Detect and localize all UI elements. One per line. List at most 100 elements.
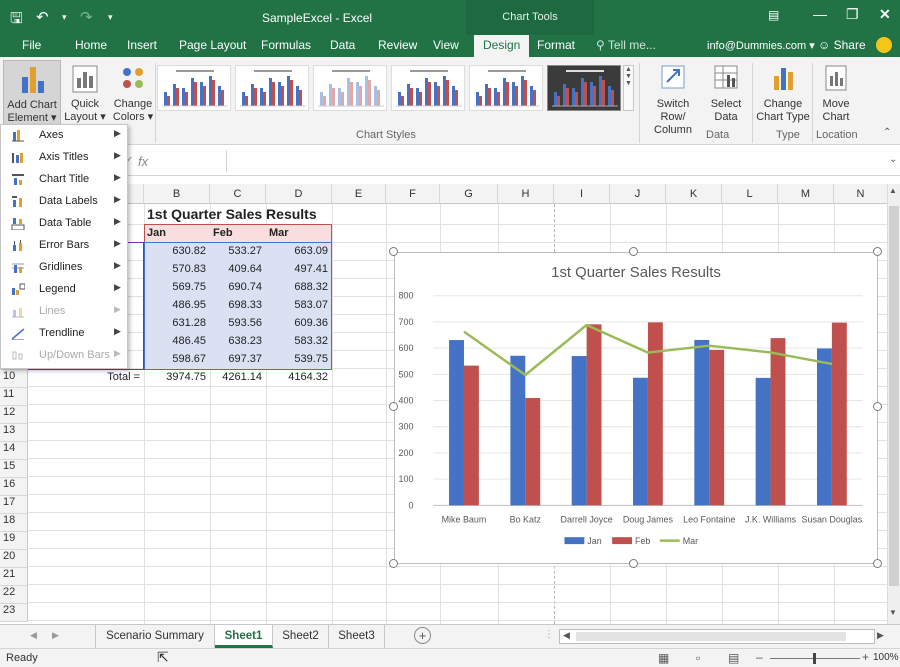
column-header[interactable]: D <box>266 184 332 204</box>
resize-handle[interactable] <box>873 559 882 568</box>
resize-handle[interactable] <box>629 559 638 568</box>
menu-item-data-labels[interactable]: Data Labels ▶ <box>1 191 127 213</box>
tab-data[interactable]: Data <box>330 38 355 52</box>
column-header[interactable]: J <box>610 184 666 204</box>
scroll-up-icon[interactable]: ▲ <box>889 186 897 195</box>
table-cell[interactable]: 631.28 <box>144 317 206 329</box>
tab-home[interactable]: Home <box>75 38 107 52</box>
menu-item-chart-title[interactable]: Chart Title ▶ <box>1 169 127 191</box>
column-header[interactable]: H <box>498 184 554 204</box>
total-cell[interactable]: 3974.75 <box>144 371 206 383</box>
share-button[interactable]: ☺ Share <box>818 38 866 52</box>
resize-handle[interactable] <box>389 247 398 256</box>
row-header[interactable]: 12 <box>0 406 28 424</box>
prev-sheet-icon[interactable]: ◀ <box>30 630 37 641</box>
gallery-more-icon[interactable]: ▼ <box>624 80 633 87</box>
add-chart-element-button[interactable]: Add Chart Element ▾ <box>3 60 61 126</box>
tab-design[interactable]: Design <box>474 35 530 57</box>
ribbon-display-icon[interactable]: ▤ <box>768 8 779 22</box>
normal-view-icon[interactable]: ▦ <box>658 651 669 665</box>
tab-page-layout[interactable]: Page Layout <box>179 38 246 52</box>
table-cell[interactable]: 690.74 <box>210 281 262 293</box>
scroll-right-icon[interactable]: ▶ <box>877 630 884 641</box>
collapse-ribbon-icon[interactable]: ⌃ <box>883 127 891 138</box>
menu-item-axes[interactable]: Axes ▶ <box>1 125 127 147</box>
gallery-scroller[interactable]: ▲ ▼ ▼ <box>623 65 634 111</box>
close-icon[interactable]: ✕ <box>879 6 891 23</box>
tab-file[interactable]: File <box>22 38 41 52</box>
column-header[interactable]: G <box>440 184 498 204</box>
column-header[interactable]: F <box>386 184 440 204</box>
table-cell[interactable]: 583.07 <box>266 299 328 311</box>
column-header[interactable]: C <box>210 184 266 204</box>
vertical-scrollbar[interactable]: ▲ ▼ <box>887 184 900 624</box>
account-button[interactable]: info@Dummies.com ▾ <box>707 39 815 52</box>
table-cell[interactable]: 486.45 <box>144 335 206 347</box>
customize-toolbar-icon[interactable]: ▾ <box>108 12 113 23</box>
table-cell[interactable]: 570.83 <box>144 263 206 275</box>
resize-handle[interactable] <box>389 559 398 568</box>
scroll-down-icon[interactable]: ▼ <box>889 608 897 617</box>
chart-y-axis[interactable]: 0 100 200 300 400 500 600 700 800 <box>399 291 414 511</box>
column-header[interactable]: B <box>144 184 210 204</box>
restore-icon[interactable]: ❐ <box>846 6 859 23</box>
next-sheet-icon[interactable]: ▶ <box>52 630 59 641</box>
chart-style-3[interactable] <box>313 65 387 111</box>
change-chart-type-button[interactable]: Change Chart Type <box>755 60 811 124</box>
scroll-thumb[interactable] <box>889 206 899 586</box>
chart-x-axis[interactable]: Mike Baum Bo Katz Darrell Joyce Doug James L… <box>442 514 863 524</box>
row-header[interactable]: 19 <box>0 532 28 550</box>
table-cell[interactable]: 539.75 <box>266 353 328 365</box>
zoom-in-icon[interactable]: + <box>862 650 869 664</box>
tab-format[interactable]: Format <box>537 38 575 52</box>
tab-formulas[interactable]: Formulas <box>261 38 311 52</box>
add-sheet-icon[interactable]: + <box>414 627 431 644</box>
table-cell[interactable]: 609.36 <box>266 317 328 329</box>
sheet-tab-scenario-summary[interactable]: Scenario Summary <box>95 625 215 648</box>
change-colors-button[interactable]: Change Colors ▾ <box>112 60 154 124</box>
tell-me-box[interactable]: ⚲ Tell me... <box>596 38 656 52</box>
row-header[interactable]: 21 <box>0 568 28 586</box>
chart-style-5[interactable] <box>469 65 543 111</box>
row-header[interactable]: 11 <box>0 388 28 406</box>
table-cell[interactable]: 409.64 <box>210 263 262 275</box>
row-header[interactable]: 20 <box>0 550 28 568</box>
zoom-level[interactable]: 100% <box>873 652 899 663</box>
minimize-icon[interactable]: — <box>813 6 827 22</box>
undo-dropdown-icon[interactable]: ▾ <box>62 12 67 23</box>
scroll-left-icon[interactable]: ◀ <box>563 630 570 641</box>
chart-style-6[interactable] <box>547 65 621 111</box>
row-header[interactable]: 18 <box>0 514 28 532</box>
table-cell[interactable]: 630.82 <box>144 245 206 257</box>
total-cell[interactable]: 4261.14 <box>210 371 262 383</box>
menu-item-gridlines[interactable]: Gridlines ▶ <box>1 257 127 279</box>
sheet-tab-sheet1[interactable]: Sheet1 <box>215 625 273 648</box>
resize-handle[interactable] <box>873 402 882 411</box>
chart-title[interactable]: 1st Quarter Sales Results <box>551 265 721 281</box>
switch-row-column-button[interactable]: Switch Row/ Column <box>644 60 702 137</box>
save-icon[interactable]: 🖫 <box>10 8 23 33</box>
table-title[interactable]: 1st Quarter Sales Results <box>147 206 317 222</box>
table-cell[interactable]: 638.23 <box>210 335 262 347</box>
tab-insert[interactable]: Insert <box>127 38 157 52</box>
column-label-feb[interactable]: Feb <box>213 227 233 239</box>
row-header[interactable]: 15 <box>0 460 28 478</box>
column-header[interactable]: E <box>332 184 386 204</box>
column-header[interactable]: N <box>834 184 887 204</box>
row-header[interactable]: 10 <box>0 370 28 388</box>
table-cell[interactable]: 593.56 <box>210 317 262 329</box>
row-header[interactable]: 17 <box>0 496 28 514</box>
table-cell[interactable]: 569.75 <box>144 281 206 293</box>
column-header[interactable]: L <box>722 184 778 204</box>
row-header[interactable]: 16 <box>0 478 28 496</box>
table-cell[interactable]: 598.67 <box>144 353 206 365</box>
chart-legend[interactable]: Jan Feb Mar <box>564 536 698 546</box>
table-cell[interactable]: 533.27 <box>210 245 262 257</box>
embedded-chart[interactable]: 1st Quarter Sales Results 0 100 200 300 400 5… <box>394 252 878 564</box>
column-header[interactable]: I <box>554 184 610 204</box>
table-cell[interactable]: 583.32 <box>266 335 328 347</box>
zoom-out-icon[interactable]: – <box>756 650 763 664</box>
menu-item-legend[interactable]: Legend ▶ <box>1 279 127 301</box>
move-chart-button[interactable]: Move Chart <box>815 60 857 124</box>
undo-icon[interactable]: ↶ <box>36 8 49 26</box>
